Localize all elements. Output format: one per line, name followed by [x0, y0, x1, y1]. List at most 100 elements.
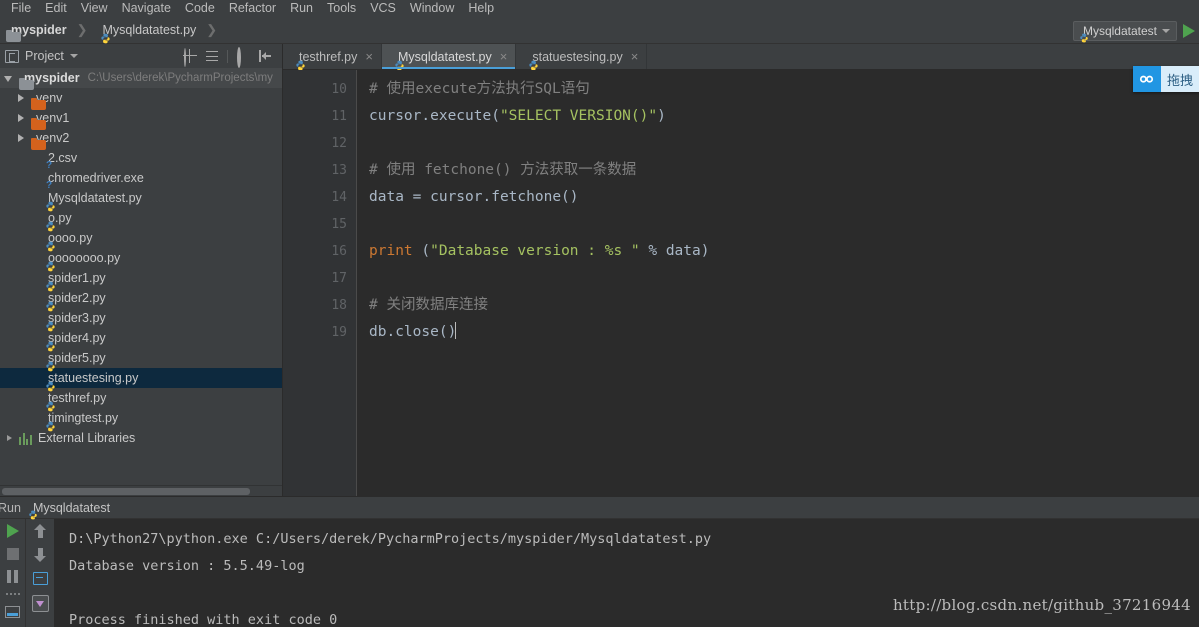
tree-node-spider5-py[interactable]: spider5.py: [0, 348, 282, 372]
tree-node-o-py[interactable]: o.py: [0, 208, 282, 232]
breadcrumb: myspider ❯ Mysqldatatest.py ❯: [6, 22, 222, 44]
editor-tab-bar: testhref.py × Mysqldatatest.py × statuestesi…: [283, 44, 1199, 70]
run-button[interactable]: [1181, 22, 1197, 39]
tree-node-venv2[interactable]: venv2: [0, 128, 282, 148]
project-horizontal-scrollbar[interactable]: [0, 485, 282, 496]
run-tool-window: Run Mysqldatatest D:\Python27\python.exe…: [0, 496, 1199, 627]
tree-node-oooooooo-py[interactable]: oooooooo.py: [0, 248, 282, 272]
tree-node-spider4-py[interactable]: spider4.py: [0, 328, 282, 352]
close-icon[interactable]: ×: [365, 49, 373, 64]
tree-expander-placeholder: [28, 333, 38, 343]
code-line[interactable]: # 关闭数据库连接: [369, 292, 1199, 319]
menu-item-view[interactable]: View: [74, 0, 115, 17]
editor-tab-statuestesing-py[interactable]: statuestesing.py ×: [516, 44, 648, 70]
menu-item-refactor[interactable]: Refactor: [222, 0, 283, 17]
collapse-all-icon[interactable]: [205, 49, 219, 63]
tree-node-spider1-py[interactable]: spider1.py: [0, 268, 282, 292]
tree-node-label: chromedriver.exe: [48, 171, 144, 185]
line-number: 15: [331, 217, 347, 232]
code-line[interactable]: data = cursor.fetchone(): [369, 184, 1199, 211]
code-line[interactable]: db.close(): [369, 319, 1199, 346]
line-number: 13: [331, 163, 347, 178]
close-icon[interactable]: ×: [631, 49, 639, 64]
tree-expander-closed-icon[interactable]: [16, 133, 26, 143]
tree-node-label: spider2.py: [48, 291, 106, 305]
console-line: Database version : 5.5.49-log: [69, 558, 305, 574]
run-panel-title[interactable]: Run: [0, 501, 21, 515]
tree-node-spider3-py[interactable]: spider3.py: [0, 308, 282, 332]
menu-item-window[interactable]: Window: [403, 0, 461, 17]
tree-node-2-csv[interactable]: ? 2.csv: [0, 148, 282, 171]
run-toolbar-primary: [0, 519, 26, 627]
tree-node-spider2-py[interactable]: spider2.py: [0, 288, 282, 312]
menu-item-vcs[interactable]: VCS: [363, 0, 403, 17]
scroll-down-icon[interactable]: [34, 548, 46, 562]
link-chain-icon: [1132, 66, 1161, 92]
menu-item-code[interactable]: Code: [178, 0, 222, 17]
tree-node-timingtest-py[interactable]: timingtest.py: [0, 408, 282, 432]
tree-node-mysqldatatest-py[interactable]: Mysqldatatest.py: [0, 188, 282, 212]
code-line[interactable]: cursor.execute("SELECT VERSION()"): [369, 103, 1199, 130]
run-panel-header: Run Mysqldatatest: [0, 497, 1199, 519]
menu-item-navigate[interactable]: Navigate: [115, 0, 178, 17]
scrollbar-thumb[interactable]: [2, 488, 250, 495]
settings-gear-icon[interactable]: [236, 47, 250, 68]
editor-code-area[interactable]: # 使用execute方法执行SQL语句 cursor.execute("SELE…: [357, 70, 1199, 496]
tree-node-testhref-py[interactable]: testhref.py: [0, 388, 282, 412]
chevron-down-icon[interactable]: [69, 54, 78, 58]
tree-expander-closed-icon[interactable]: [4, 433, 14, 443]
tree-node-venv1[interactable]: venv1: [0, 108, 282, 128]
tree-node-label: External Libraries: [38, 431, 136, 445]
scroll-up-icon[interactable]: [34, 524, 46, 538]
menu-item-run[interactable]: Run: [283, 0, 320, 17]
tree-expander-closed-icon[interactable]: [16, 113, 26, 123]
editor-tab-mysqldatatest-py[interactable]: Mysqldatatest.py ×: [381, 44, 517, 70]
tree-node-oooo-py[interactable]: oooo.py: [0, 228, 282, 252]
line-number: 19: [331, 325, 347, 340]
code-line[interactable]: [369, 211, 1199, 238]
console-icon[interactable]: [5, 606, 20, 618]
editor-tab-testhref-py[interactable]: testhref.py ×: [283, 44, 382, 70]
locate-target-icon[interactable]: [183, 48, 197, 67]
menu-bar: File Edit View Navigate Code Refactor Run Tools…: [0, 0, 1199, 17]
run-icon[interactable]: [6, 524, 19, 538]
code-line[interactable]: # 使用execute方法执行SQL语句: [369, 76, 1199, 103]
tree-node-label: 2.csv: [48, 151, 78, 165]
tree-expander-placeholder: [28, 253, 38, 263]
project-panel-title[interactable]: Project: [25, 49, 64, 63]
code-line[interactable]: # 使用 fetchone() 方法获取一条数据: [369, 157, 1199, 184]
hide-panel-icon[interactable]: [258, 49, 272, 63]
run-console-output[interactable]: D:\Python27\python.exe C:/Users/derek/Py…: [55, 519, 1199, 627]
soft-wrap-icon[interactable]: [32, 572, 48, 585]
close-icon[interactable]: ×: [500, 49, 508, 64]
breadcrumb-item-file[interactable]: Mysqldatatest.py: [103, 23, 197, 37]
menu-item-edit[interactable]: Edit: [38, 0, 74, 17]
scroll-to-end-icon[interactable]: [31, 595, 49, 612]
menu-item-tools[interactable]: Tools: [320, 0, 363, 17]
menu-item-help[interactable]: Help: [461, 0, 501, 17]
tree-node-statuestesing-py[interactable]: statuestesing.py: [0, 368, 282, 392]
project-panel-toolbar: [183, 47, 278, 68]
code-line[interactable]: print ("Database version : %s " % data): [369, 238, 1199, 265]
tree-expander-placeholder: [28, 293, 38, 303]
tree-node-label: spider4.py: [48, 331, 106, 345]
code-editor[interactable]: 10 11 12 13 14 15 16 17 18 19 # 使用execute方法执行SQL语…: [283, 70, 1199, 496]
pause-icon[interactable]: [7, 570, 18, 583]
drag-widget[interactable]: 拖拽: [1132, 66, 1199, 92]
run-configuration-selector[interactable]: Mysqldatatest: [1072, 20, 1177, 42]
console-line: D:\Python27\python.exe C:/Users/derek/Py…: [69, 531, 712, 547]
libraries-icon: [19, 432, 33, 445]
code-line[interactable]: [369, 130, 1199, 157]
tree-expander-closed-icon[interactable]: [16, 93, 26, 103]
menu-item-file[interactable]: File: [4, 0, 38, 17]
tree-node-venv[interactable]: venv: [0, 88, 282, 108]
stop-icon[interactable]: [6, 548, 19, 560]
dots-icon[interactable]: [5, 593, 20, 596]
tree-node-external-libraries[interactable]: External Libraries: [0, 428, 282, 448]
code-line[interactable]: [369, 265, 1199, 292]
code-token: "SELECT VERSION()": [499, 108, 658, 124]
tree-node-myspider[interactable]: myspider C:\Users\derek\PycharmProjects\m…: [0, 68, 282, 88]
tree-expander-open-icon[interactable]: [4, 73, 14, 83]
navigation-bar: myspider ❯ Mysqldatatest.py ❯ Mysqldatat…: [0, 17, 1199, 44]
tree-node-chromedriver-exe[interactable]: ? chromedriver.exe: [0, 168, 282, 191]
